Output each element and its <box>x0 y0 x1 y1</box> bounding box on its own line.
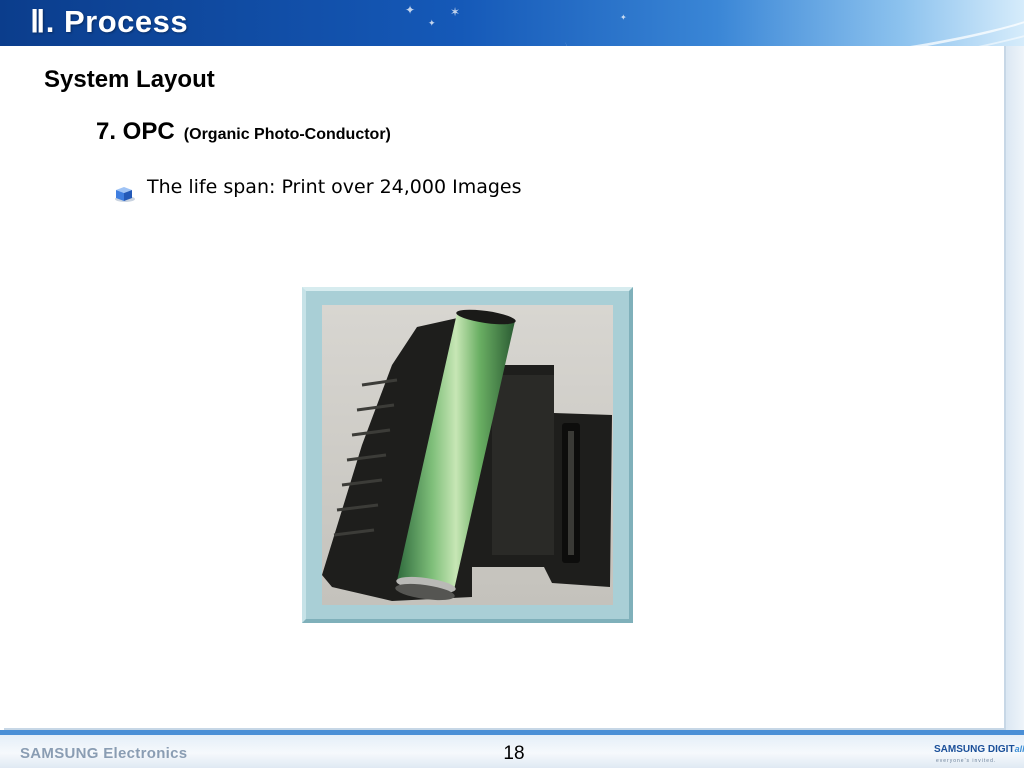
header-title: Ⅱ. Process <box>30 4 189 39</box>
sub-heading-main: 7. OPC <box>96 118 175 145</box>
footer-brand: SAMSUNG Electronics <box>20 745 188 762</box>
logo-main: SAMSUNG DIGITall <box>934 744 1024 755</box>
header-bar: ✦ ✦ ✶ ✦ Ⅱ. Process <box>0 0 1024 46</box>
sparkle-icon: ✦ <box>405 3 416 17</box>
right-rail <box>1004 46 1024 730</box>
bullet-text: The life span: Print over 24,000 Images <box>147 176 522 198</box>
cube-bullet-icon <box>114 184 136 202</box>
logo-tagline: everyone's invited. <box>936 758 997 764</box>
photo-frame <box>302 287 633 623</box>
opc-drum-photo <box>322 305 613 605</box>
sub-heading: 7. OPC (Organic Photo-Conductor) <box>96 118 391 146</box>
page-number: 18 <box>503 743 525 764</box>
sparkle-icon: ✦ <box>428 19 436 29</box>
sparkle-icon: ✶ <box>450 5 461 19</box>
footer-bar: SAMSUNG Electronics 18 SAMSUNG DIGITall … <box>0 730 1024 768</box>
section-title: System Layout <box>44 66 215 93</box>
logo-suffix: all <box>1014 744 1024 754</box>
logo-main-text: SAMSUNG DIGIT <box>934 744 1015 755</box>
sub-heading-parenthetical: (Organic Photo-Conductor) <box>183 126 391 143</box>
sparkle-icon: ✦ <box>620 13 627 22</box>
samsung-digitall-logo: SAMSUNG DIGITall everyone's invited. <box>934 744 1024 768</box>
